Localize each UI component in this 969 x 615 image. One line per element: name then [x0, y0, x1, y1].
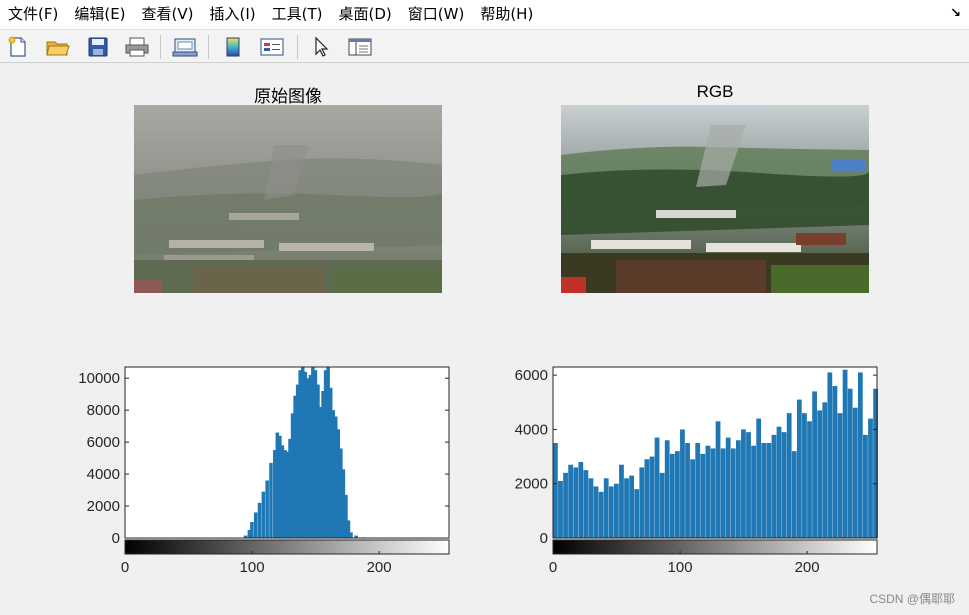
y-tick-label: 10000: [78, 370, 120, 387]
histogram-bar: [649, 456, 655, 538]
y-tick-label: 6000: [87, 434, 120, 451]
histogram-bar: [741, 429, 746, 538]
x-tick-label: 100: [668, 559, 693, 576]
y-tick-label: 4000: [515, 421, 548, 438]
histogram-bar: [715, 421, 721, 538]
histogram-bar: [791, 451, 797, 538]
histogram-bar: [735, 440, 741, 538]
histogram-bar: [603, 478, 609, 538]
y-tick-label: 0: [112, 530, 120, 547]
histogram-bar: [558, 481, 563, 538]
histogram-bar: [746, 432, 751, 538]
histogram-bar: [730, 448, 736, 538]
y-tick-label: 4000: [87, 466, 120, 483]
histogram-bar: [553, 443, 558, 538]
x-tick-label: 200: [367, 559, 392, 576]
histogram-bar: [654, 437, 660, 538]
histogram-bar: [639, 467, 645, 538]
histogram-bar: [619, 464, 624, 538]
histogram-bar: [863, 434, 868, 538]
histogram-bar: [349, 532, 353, 538]
histogram-bar: [583, 470, 589, 538]
histogram-bar: [761, 443, 767, 538]
histogram-bar: [578, 462, 584, 538]
histogram-bar: [710, 448, 716, 538]
histogram-bar: [588, 478, 594, 538]
histogram-bar: [837, 413, 843, 538]
y-tick-label: 0: [540, 530, 548, 547]
histogram-bar: [771, 434, 777, 538]
histogram-bar: [253, 512, 258, 538]
histogram-bar: [669, 453, 675, 538]
histogram-bar: [842, 369, 848, 538]
y-tick-label: 6000: [515, 367, 548, 384]
y-tick-label: 2000: [87, 498, 120, 515]
histogram-bar: [563, 472, 568, 538]
histogram-bar: [593, 486, 599, 538]
histogram-bar: [822, 402, 828, 538]
histogram-bar: [756, 418, 762, 538]
x-tick-label: 0: [549, 559, 557, 576]
histogram-bar: [250, 522, 254, 538]
y-tick-label: 8000: [87, 402, 120, 419]
histogram-bar: [700, 453, 706, 538]
histogram-bar: [644, 459, 650, 538]
histogram-bar: [812, 391, 817, 538]
histogram-bar: [680, 429, 685, 538]
grayscale-colorbar: [124, 539, 450, 555]
histogram-bar: [613, 483, 619, 538]
histogram-bar: [265, 480, 269, 538]
histogram-bar: [695, 443, 701, 538]
histogram-bar: [634, 489, 640, 538]
histogram-bar: [573, 467, 579, 538]
histogram-bar: [796, 399, 802, 538]
histogram-bar: [720, 448, 726, 538]
histogram-bar: [624, 478, 629, 538]
histogram-bar: [802, 413, 807, 538]
y-tick-label: 2000: [515, 476, 548, 493]
histogram-bar: [598, 491, 604, 538]
histogram-bar: [568, 464, 574, 538]
histogram-bar: [664, 440, 670, 538]
histogram-bar: [690, 459, 696, 538]
histogram-bar: [608, 486, 614, 538]
histogram-bar: [807, 421, 812, 538]
histogram-bar: [776, 426, 782, 538]
histogram-bar: [685, 443, 690, 538]
histogram-bar: [674, 451, 680, 538]
histogram-bar: [781, 432, 787, 538]
histogram-bar: [852, 407, 858, 538]
histogram-bar: [868, 418, 873, 538]
histogram-bar: [847, 388, 853, 538]
histogram-bar: [659, 472, 665, 538]
x-tick-label: 200: [795, 559, 820, 576]
histogram-bar: [827, 372, 833, 538]
x-tick-label: 100: [240, 559, 265, 576]
histogram-bar: [261, 491, 266, 538]
histogram-bar: [857, 372, 863, 538]
histogram-bar: [257, 502, 262, 538]
histogram-bar: [629, 475, 635, 538]
histogram-original-chart: 02000400060008000100000 100 200 0200040006…: [78, 366, 878, 576]
histogram-bar: [751, 445, 756, 538]
histogram-bar: [817, 410, 823, 538]
histogram-bar: [705, 445, 711, 538]
x-tick-label: 0: [121, 559, 129, 576]
histogram-bar: [269, 462, 273, 538]
grayscale-colorbar: [552, 539, 878, 555]
watermark-text: CSDN @偶耶耶: [869, 592, 955, 606]
histogram-bar: [786, 413, 792, 538]
histogram-bar: [725, 437, 731, 538]
histogram-bar: [832, 386, 838, 538]
histogram-bar: [766, 443, 772, 538]
